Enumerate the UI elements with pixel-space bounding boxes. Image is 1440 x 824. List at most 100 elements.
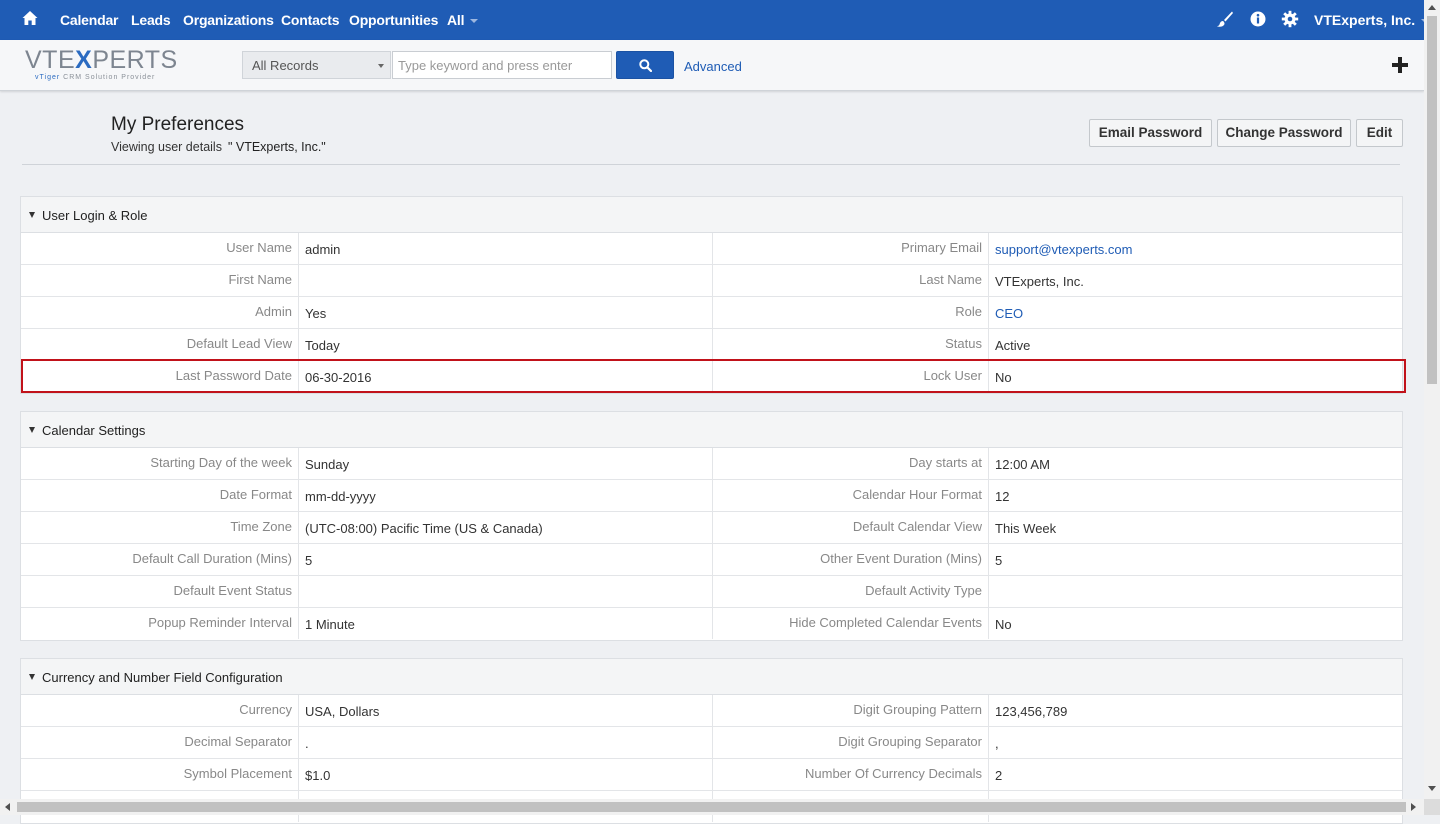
field-value: 12 [995, 489, 1010, 504]
field-label: Date Format [21, 480, 299, 511]
nav-item-opportunities[interactable]: Opportunities [349, 12, 438, 28]
field-label: Time Zone [21, 512, 299, 543]
user-menu[interactable]: VTExperts, Inc. [1314, 12, 1430, 28]
section-title: Currency and Number Field Configuration [42, 670, 283, 685]
record-type-select[interactable]: All Records [242, 51, 391, 79]
field-label: Day starts at [713, 448, 989, 479]
paintbrush-icon[interactable] [1216, 10, 1234, 28]
search-button[interactable] [616, 51, 674, 79]
detail-row: User Name admin Primary Email support@vt… [21, 233, 1402, 265]
detail-row: Default Event Status Default Activity Ty… [21, 576, 1402, 608]
field-value: 12:00 AM [995, 457, 1050, 472]
field-value [299, 576, 713, 607]
field-label: Currency [21, 695, 299, 726]
section-header[interactable]: Currency and Number Field Configuration [21, 659, 1402, 695]
collapse-triangle-icon[interactable] [29, 427, 35, 433]
field-value: 2 [995, 768, 1003, 783]
detail-row: Date Format mm-dd-yyyy Calendar Hour For… [21, 480, 1402, 512]
role-link[interactable]: CEO [989, 297, 1402, 328]
detail-row: Popup Reminder Interval 1 Minute Hide Co… [21, 608, 1402, 640]
field-label: Last Name [713, 265, 989, 296]
nav-item-organizations[interactable]: Organizations [183, 12, 274, 28]
email-password-button[interactable]: Email Password [1089, 119, 1212, 147]
field-value: . [299, 727, 713, 758]
chevron-down-icon [378, 64, 384, 68]
company-logo[interactable]: VTEXPERTS vTiger CRM Solution Provider [25, 48, 185, 84]
scroll-right-arrow-icon[interactable] [1411, 803, 1416, 811]
scrollbar-corner [1424, 799, 1440, 815]
field-value: 123,456,789 [995, 704, 1068, 719]
search-input[interactable] [392, 51, 612, 79]
field-label: Decimal Separator [21, 727, 299, 758]
section-header[interactable]: User Login & Role [21, 197, 1402, 233]
detail-row: Starting Day of the week Sunday Day star… [21, 448, 1402, 480]
page-title: My Preferences [111, 114, 245, 135]
scroll-down-arrow-icon[interactable] [1428, 786, 1436, 791]
nav-item-all[interactable]: All [447, 12, 479, 28]
info-icon[interactable] [1249, 10, 1267, 28]
collapse-triangle-icon[interactable] [29, 674, 35, 680]
search-icon [639, 59, 652, 72]
scroll-left-arrow-icon[interactable] [5, 803, 10, 811]
scroll-up-arrow-icon[interactable] [1428, 5, 1436, 10]
field-value: admin [299, 233, 713, 264]
section-calendar-settings: Calendar Settings Starting Day of the we… [20, 411, 1403, 641]
field-label: Default Event Status [21, 576, 299, 607]
detail-row: Decimal Separator . Digit Grouping Separ… [21, 727, 1402, 759]
gear-icon[interactable] [1281, 10, 1299, 28]
field-value [299, 265, 713, 296]
field-value: $1.0 [299, 759, 713, 790]
field-label: Default Call Duration (Mins) [21, 544, 299, 575]
top-navigation-bar: Calendar Leads Organizations Contacts Op… [0, 0, 1430, 40]
edit-button[interactable]: Edit [1356, 119, 1403, 147]
detail-row: First Name Last Name VTExperts, Inc. [21, 265, 1402, 297]
logo-tagline: vTiger CRM Solution Provider [35, 74, 156, 81]
user-name: VTExperts, Inc. [1314, 12, 1416, 28]
field-label: Role [713, 297, 989, 328]
field-label: Calendar Hour Format [713, 480, 989, 511]
field-label: Default Calendar View [713, 512, 989, 543]
record-type-value: All Records [252, 58, 319, 73]
field-label: Default Activity Type [713, 576, 989, 607]
detail-row: Default Lead View Today Status Active [21, 329, 1402, 361]
field-label: User Name [21, 233, 299, 264]
nav-item-leads[interactable]: Leads [131, 12, 171, 28]
page-subtitle: Viewing user details " VTExperts, Inc." [111, 140, 326, 154]
collapse-triangle-icon[interactable] [29, 212, 35, 218]
field-label: First Name [21, 265, 299, 296]
primary-email-link[interactable]: support@vtexperts.com [989, 233, 1402, 264]
nav-item-contacts[interactable]: Contacts [281, 12, 339, 28]
field-value: , [995, 736, 999, 751]
field-value: 5 [299, 544, 713, 575]
horizontal-scrollbar[interactable] [0, 799, 1424, 815]
field-value: 06-30-2016 [299, 361, 713, 392]
logo-wordmark: VTEXPERTS [25, 46, 178, 74]
field-label: Lock User [713, 361, 989, 392]
detail-row: Symbol Placement $1.0 Number Of Currency… [21, 759, 1402, 791]
scrollbar-thumb[interactable] [17, 802, 1406, 812]
detail-row: Time Zone (UTC-08:00) Pacific Time (US &… [21, 512, 1402, 544]
plus-icon[interactable] [1390, 55, 1410, 75]
home-icon[interactable] [21, 9, 39, 27]
detail-row: Default Call Duration (Mins) 5 Other Eve… [21, 544, 1402, 576]
section-header[interactable]: Calendar Settings [21, 412, 1402, 448]
scrollbar-thumb[interactable] [1427, 16, 1437, 384]
detail-row: Currency USA, Dollars Digit Grouping Pat… [21, 695, 1402, 727]
field-label: Starting Day of the week [21, 448, 299, 479]
nav-item-calendar[interactable]: Calendar [60, 12, 119, 28]
field-value: No [995, 617, 1012, 632]
field-value: This Week [995, 521, 1057, 536]
vertical-scrollbar[interactable] [1424, 0, 1440, 799]
field-label: Digit Grouping Separator [713, 727, 989, 758]
field-value: Active [995, 338, 1031, 353]
field-label: Popup Reminder Interval [21, 608, 299, 639]
change-password-button[interactable]: Change Password [1217, 119, 1351, 147]
field-value [989, 576, 1402, 607]
field-value: VTExperts, Inc. [995, 274, 1084, 289]
section-title: Calendar Settings [42, 423, 146, 438]
field-label: Status [713, 329, 989, 360]
advanced-search-link[interactable]: Advanced [684, 59, 742, 74]
field-value: 1 Minute [299, 608, 713, 639]
field-label: Hide Completed Calendar Events [713, 608, 989, 639]
field-value: Yes [299, 297, 713, 328]
